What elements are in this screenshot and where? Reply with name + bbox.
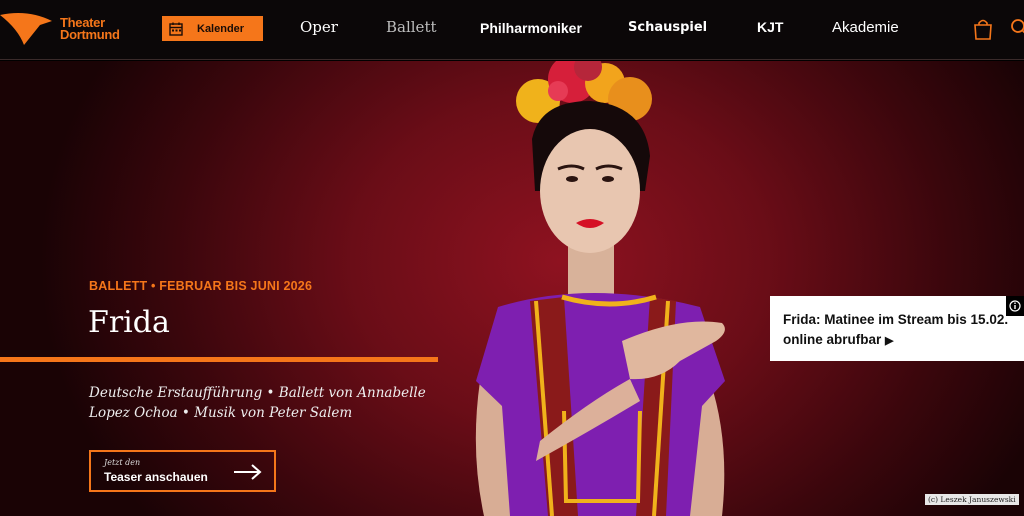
play-icon: ▶	[885, 335, 894, 347]
nav-oper[interactable]: Oper	[300, 18, 338, 36]
calendar-button[interactable]: Kalender	[162, 16, 263, 41]
teaser-label: Teaser anschauen	[104, 470, 208, 484]
cart-icon[interactable]	[973, 18, 993, 40]
nav-kjt[interactable]: KJT	[757, 19, 783, 35]
hero-divider	[0, 357, 438, 362]
arrow-right-icon	[234, 464, 262, 480]
logo-text: Theater Dortmund	[60, 15, 120, 42]
hero-description: Deutsche Erstaufführung • Ballett von An…	[89, 385, 426, 421]
stream-promo-card[interactable]: Frida: Matinee im Stream bis 15.02. onli…	[770, 296, 1024, 361]
info-circle-icon	[1009, 300, 1021, 312]
logo[interactable]: Theater Dortmund	[0, 10, 150, 48]
info-icon[interactable]	[1006, 296, 1024, 316]
stream-promo-text: Frida: Matinee im Stream bis 15.02. onli…	[783, 312, 1009, 347]
top-navigation: Theater Dortmund Kalender Oper Ballett P…	[0, 0, 1024, 60]
hero-banner: BALLETT • FEBRUAR BIS JUNI 2026 Frida De…	[0, 61, 1024, 516]
nav-philharmoniker[interactable]: Philharmoniker	[480, 20, 582, 36]
nav-schauspiel[interactable]: Schauspiel	[628, 20, 707, 35]
nav-ballett[interactable]: Ballett	[386, 18, 437, 36]
hero-title: Frida	[88, 305, 170, 340]
photo-credit: (c) Leszek Januszewski	[925, 494, 1019, 505]
calendar-label: Kalender	[197, 22, 245, 35]
hero-kicker: BALLETT • FEBRUAR BIS JUNI 2026	[89, 279, 313, 293]
logo-mark-icon	[0, 13, 52, 45]
hero-image-dancer	[475, 61, 725, 516]
teaser-small-label: Jetzt den	[104, 458, 141, 467]
search-icon[interactable]	[1010, 18, 1024, 38]
calendar-icon	[169, 22, 183, 36]
teaser-button[interactable]: Jetzt den Teaser anschauen	[89, 450, 276, 492]
nav-akademie[interactable]: Akademie	[832, 19, 899, 36]
